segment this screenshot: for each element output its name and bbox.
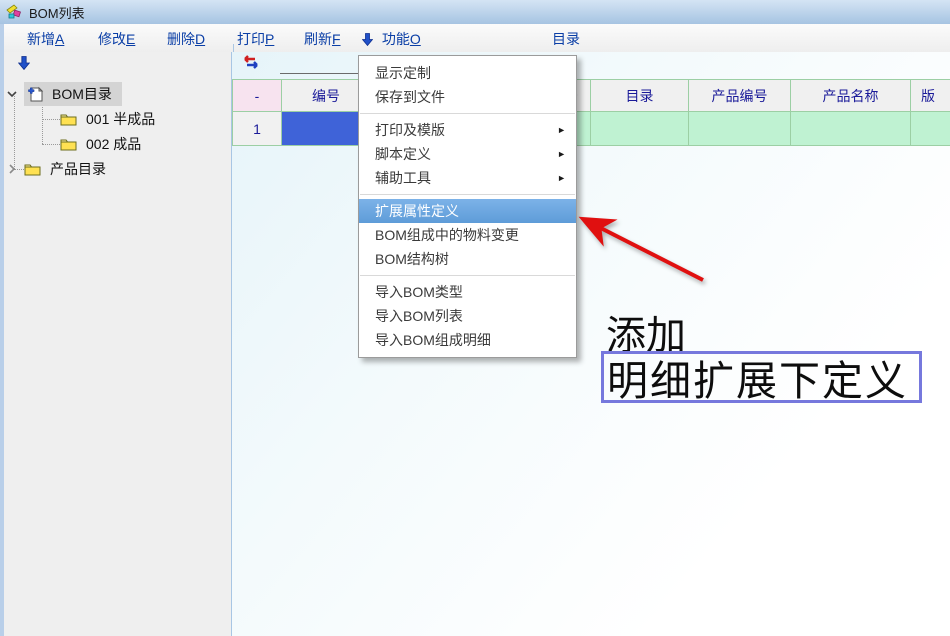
table-cell[interactable]	[791, 112, 911, 146]
directory-button[interactable]: 目录	[552, 29, 580, 47]
tree-item-label: 001 半成品	[82, 108, 159, 130]
chevron-right-icon[interactable]	[6, 163, 18, 175]
title-bar: BOM列表	[0, 0, 950, 24]
sidebar-item-001[interactable]: 001 半成品	[60, 109, 159, 129]
column-header-corner[interactable]: -	[232, 79, 282, 112]
window-title: BOM列表	[29, 3, 85, 22]
column-header-version[interactable]: 版	[911, 79, 950, 112]
tree-connector	[42, 119, 60, 120]
menu-separator	[360, 113, 575, 114]
tree-item-label: 002 成品	[82, 133, 145, 155]
submenu-arrow-icon: ►	[557, 118, 566, 142]
modify-button[interactable]: 修改E	[98, 29, 135, 47]
functions-menu-button[interactable]: 功能O	[362, 29, 421, 47]
refresh-button[interactable]: 刷新F	[304, 29, 341, 47]
column-header-product-number[interactable]: 产品编号	[689, 79, 791, 112]
add-button[interactable]: 新增A	[27, 29, 64, 47]
menu-item-extended-attribute-definition[interactable]: 扩展属性定义	[359, 199, 576, 223]
submenu-arrow-icon: ►	[557, 166, 566, 190]
tree-item-label: 产品目录	[46, 158, 110, 180]
bom-table: - 编号 号 目录 产品编号 产品名称 版 1	[232, 79, 950, 146]
delete-button[interactable]: 删除D	[167, 29, 205, 47]
app-icon	[6, 4, 24, 20]
sidebar-tree-panel: BOM目录 001 半成品 002 成品 产品目录	[4, 52, 232, 636]
row-number-cell[interactable]: 1	[232, 112, 282, 146]
swap-columns-icon[interactable]	[241, 54, 261, 70]
column-header-catalog[interactable]: 目录	[591, 79, 689, 112]
menu-separator	[360, 194, 575, 195]
menu-item-import-bom-detail[interactable]: 导入BOM组成明细	[359, 328, 576, 352]
tree-item-label: BOM目录	[48, 83, 116, 105]
chevron-down-icon[interactable]	[6, 88, 18, 100]
toolbar: 新增A 修改E 删除D 打印P 刷新F 功能O 目录	[4, 24, 950, 52]
toolbar-separator	[233, 44, 234, 52]
menu-separator	[360, 275, 575, 276]
menu-item-bom-material-change[interactable]: BOM组成中的物料变更	[359, 223, 576, 247]
table-header-row: - 编号 号 目录 产品编号 产品名称 版	[232, 79, 950, 112]
arrow-down-icon	[362, 33, 373, 46]
submenu-arrow-icon: ►	[557, 142, 566, 166]
table-area: - 编号 号 目录 产品编号 产品名称 版 1	[232, 52, 950, 636]
tree-connector	[42, 144, 60, 145]
table-cell[interactable]	[911, 112, 950, 146]
sidebar-item-product-catalog[interactable]: 产品目录	[6, 159, 110, 179]
table-cell[interactable]	[591, 112, 689, 146]
sidebar-item-002[interactable]: 002 成品	[60, 134, 145, 154]
menu-item-print-templates[interactable]: 打印及模版►	[359, 118, 576, 142]
menu-item-save-to-file[interactable]: 保存到文件	[359, 85, 576, 109]
menu-item-bom-structure-tree[interactable]: BOM结构树	[359, 247, 576, 271]
table-row: 1	[232, 112, 950, 146]
arrow-down-icon[interactable]	[18, 56, 30, 70]
column-header-product-name[interactable]: 产品名称	[791, 79, 911, 112]
menu-item-auxiliary-tools[interactable]: 辅助工具►	[359, 166, 576, 190]
menu-item-display-customize[interactable]: 显示定制	[359, 61, 576, 85]
sidebar-item-bom-catalog[interactable]: BOM目录	[6, 84, 122, 104]
functions-dropdown-menu: 显示定制 保存到文件 打印及模版► 脚本定义► 辅助工具► 扩展属性定义 BOM…	[358, 55, 577, 358]
menu-item-script-definition[interactable]: 脚本定义►	[359, 142, 576, 166]
menu-item-import-bom-list[interactable]: 导入BOM列表	[359, 304, 576, 328]
bom-catalog-icon	[26, 86, 44, 103]
app-window: BOM列表 新增A 修改E 删除D 打印P 刷新F 功能O 目录	[0, 0, 950, 636]
print-button[interactable]: 打印P	[237, 29, 274, 47]
table-cell[interactable]	[689, 112, 791, 146]
folder-icon	[24, 162, 41, 176]
folder-icon	[60, 137, 77, 151]
folder-icon	[60, 112, 77, 126]
annotation-text-line2: 明细扩展下定义	[604, 347, 908, 407]
menu-item-import-bom-type[interactable]: 导入BOM类型	[359, 280, 576, 304]
annotation-box: 明细扩展下定义	[601, 351, 922, 403]
